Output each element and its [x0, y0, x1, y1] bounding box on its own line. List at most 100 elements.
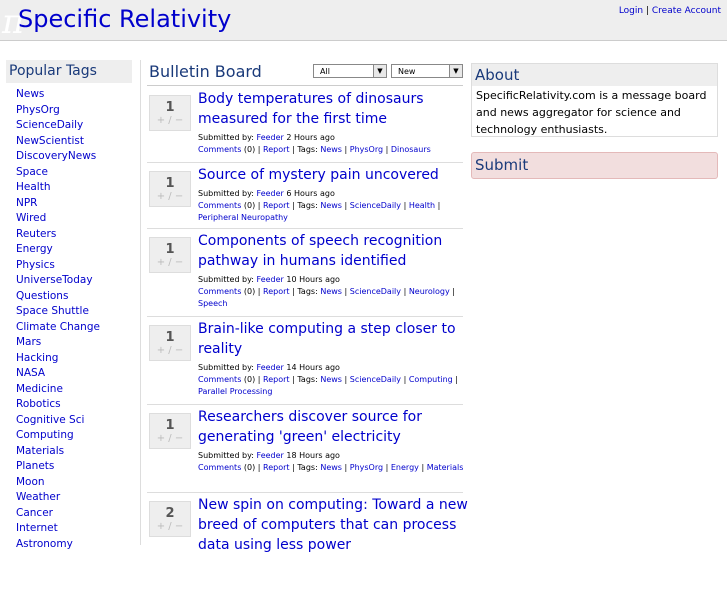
author-link[interactable]: Feeder [257, 133, 284, 142]
post-tag-link[interactable]: Peripheral Neuropathy [198, 213, 288, 222]
post-tag-link[interactable]: Energy [391, 463, 419, 472]
tag-link[interactable]: NASA [16, 367, 45, 379]
filter-select[interactable]: All ▼ [313, 64, 387, 78]
vote-controls[interactable]: + / − [150, 433, 190, 444]
tag-link[interactable]: NewScientist [16, 135, 84, 147]
tag-link[interactable]: Weather [16, 491, 60, 503]
login-link[interactable]: Login [619, 6, 643, 16]
comments-link[interactable]: Comments [198, 463, 241, 472]
tag-link[interactable]: Materials [16, 445, 64, 457]
post-tag-link[interactable]: Speech [198, 299, 227, 308]
post-tag-link[interactable]: News [320, 145, 342, 154]
report-link[interactable]: Report [263, 201, 290, 210]
post-tag-link[interactable]: News [320, 375, 342, 384]
tag-link[interactable]: Planets [16, 460, 54, 472]
post-title-link[interactable]: Body temperatures of dinosaurs measured … [198, 89, 468, 129]
tag-link[interactable]: Climate Change [16, 321, 100, 333]
tag-link[interactable]: Computing [16, 429, 74, 441]
tag-link[interactable]: Wired [16, 212, 46, 224]
post-tag-link[interactable]: Dinosaurs [391, 145, 431, 154]
post-meta: Submitted by: Feeder 18 Hours ago Comment… [198, 451, 464, 472]
report-link[interactable]: Report [263, 145, 290, 154]
post-tag-link[interactable]: Neurology [409, 287, 450, 296]
post-tag-link[interactable]: News [320, 287, 342, 296]
site-title-link[interactable]: Specific Relativity [18, 5, 231, 33]
vote-box: 1 + / − [149, 325, 191, 361]
tag-link[interactable]: UniverseToday [16, 274, 93, 286]
post-tag-link[interactable]: PhysOrg [350, 463, 383, 472]
tag-list-item: Wired [16, 211, 132, 227]
author-link[interactable]: Feeder [257, 189, 284, 198]
author-link[interactable]: Feeder [257, 363, 284, 372]
vote-controls[interactable]: + / − [150, 257, 190, 268]
comments-link[interactable]: Comments [198, 201, 241, 210]
post-meta: Submitted by: Feeder 10 Hours ago Comment… [198, 275, 455, 308]
submit-box[interactable]: Submit [471, 152, 718, 179]
tag-link[interactable]: Health [16, 181, 50, 193]
submitted-by-label: Submitted by: [198, 189, 254, 198]
comments-link[interactable]: Comments [198, 287, 241, 296]
sort-select[interactable]: New ▼ [391, 64, 463, 78]
post-tag-link[interactable]: News [320, 463, 342, 472]
tag-link[interactable]: News [16, 88, 44, 100]
tag-link[interactable]: Space [16, 166, 48, 178]
tag-link[interactable]: Astronomy [16, 538, 73, 550]
tag-link[interactable]: Mars [16, 336, 41, 348]
post-item: 1 + / − Body temperatures of dinosaurs mea… [147, 87, 463, 163]
tag-list-item: Weather [16, 490, 132, 506]
report-link[interactable]: Report [263, 375, 290, 384]
comments-link[interactable]: Comments [198, 145, 241, 154]
report-link[interactable]: Report [263, 463, 290, 472]
vote-controls[interactable]: + / − [150, 115, 190, 126]
tag-link[interactable]: ScienceDaily [16, 119, 83, 131]
tag-list-item: DiscoveryNews [16, 149, 132, 165]
post-tag-link[interactable]: Materials [427, 463, 464, 472]
tag-link[interactable]: Moon [16, 476, 45, 488]
tag-list-item: NPR [16, 196, 132, 212]
author-link[interactable]: Feeder [257, 275, 284, 284]
tag-link[interactable]: DiscoveryNews [16, 150, 96, 162]
post-tag-link[interactable]: News [320, 201, 342, 210]
tag-link[interactable]: Energy [16, 243, 53, 255]
comment-count: (0) | [243, 287, 261, 296]
tag-link[interactable]: Medicine [16, 383, 63, 395]
tag-link[interactable]: Space Shuttle [16, 305, 89, 317]
report-link[interactable]: Report [263, 287, 290, 296]
post-tag-link[interactable]: Computing [409, 375, 453, 384]
post-tag-link[interactable]: Health [409, 201, 435, 210]
tag-link[interactable]: Reuters [16, 228, 56, 240]
vote-controls[interactable]: + / − [150, 521, 190, 532]
tag-link[interactable]: NPR [16, 197, 37, 209]
tag-link[interactable]: Robotics [16, 398, 61, 410]
post-title-link[interactable]: New spin on computing: Toward a new bree… [198, 495, 468, 555]
post-tag-link[interactable]: ScienceDaily [350, 375, 401, 384]
post-tag-link[interactable]: Parallel Processing [198, 387, 272, 396]
tag-link[interactable]: Hacking [16, 352, 58, 364]
tags-label: | Tags: [292, 463, 318, 472]
tag-link[interactable]: Internet [16, 522, 58, 534]
post-tag-link[interactable]: ScienceDaily [350, 287, 401, 296]
post-tag-link[interactable]: PhysOrg [350, 145, 383, 154]
post-time: 14 Hours ago [286, 363, 340, 372]
tag-link[interactable]: Cancer [16, 507, 53, 519]
post-title-link[interactable]: Researchers discover source for generati… [198, 407, 468, 447]
tag-link[interactable]: Physics [16, 259, 55, 271]
tags-label: | Tags: [292, 201, 318, 210]
create-account-link[interactable]: Create Account [652, 6, 721, 16]
submit-button[interactable]: Submit [472, 153, 717, 177]
tag-list-item: Cognitive Sci [16, 413, 132, 429]
post-title-link[interactable]: Components of speech recognition pathway… [198, 231, 468, 271]
post-tag-link[interactable]: ScienceDaily [350, 201, 401, 210]
post-title-link[interactable]: Source of mystery pain uncovered [198, 165, 468, 185]
author-link[interactable]: Feeder [257, 451, 284, 460]
tag-link[interactable]: Questions [16, 290, 68, 302]
tag-link[interactable]: PhysOrg [16, 104, 60, 116]
tag-link[interactable]: Cognitive Sci [16, 414, 84, 426]
vote-box: 1 + / − [149, 237, 191, 273]
comments-link[interactable]: Comments [198, 375, 241, 384]
vote-controls[interactable]: + / − [150, 345, 190, 356]
tag-list-item: UniverseToday [16, 273, 132, 289]
post-title-link[interactable]: Brain-like computing a step closer to re… [198, 319, 468, 359]
vote-controls[interactable]: + / − [150, 191, 190, 202]
tag-list-item: Mars [16, 335, 132, 351]
